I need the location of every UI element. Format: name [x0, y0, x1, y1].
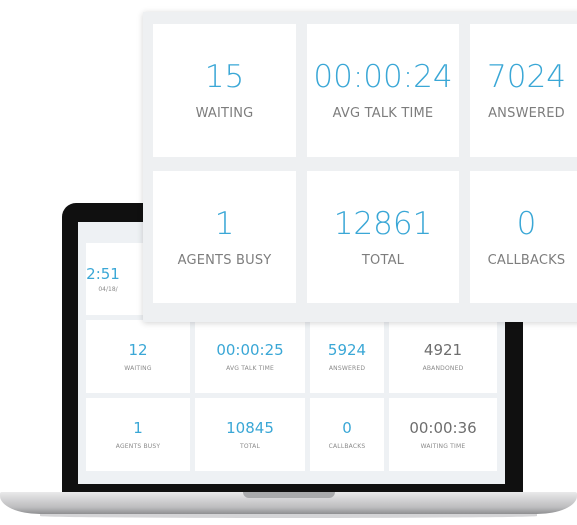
stat-label: ANSWERED [328, 365, 366, 372]
stat-value: 00:00:36 [409, 419, 477, 437]
panel-tile-value: 7024 [487, 59, 566, 95]
stat-value: 12 [128, 341, 148, 359]
stat-value: 4921 [423, 341, 463, 359]
stat-tile-waiting: 12 WAITING [86, 320, 190, 393]
panel-tile-label: TOTAL [361, 252, 405, 268]
stat-tile-abandoned: 4921 ABANDONED [389, 320, 497, 393]
panel-tile-callbacks: 0 CALLBACKS [470, 171, 577, 303]
panel-tile-value: 00:00:24 [313, 59, 453, 95]
panel-tile-label: AVG TALK TIME [332, 106, 434, 121]
laptop-notch [243, 492, 335, 498]
panel-tile-label: AGENTS BUSY [177, 252, 272, 268]
stat-tile-total: 10845 TOTAL [195, 398, 305, 471]
stat-value: 1 [133, 419, 143, 437]
stat-label: AVG TALK TIME [226, 365, 274, 372]
dashboard-panel: 15 WAITING 00:00:24 AVG TALK TIME 7024 A… [143, 12, 577, 322]
laptop-foot [40, 514, 537, 518]
stat-tile-avg-talk-time: 00:00:25 AVG TALK TIME [195, 320, 305, 393]
panel-tile-waiting: 15 WAITING [153, 24, 296, 157]
panel-tile-label: ANSWERED [488, 106, 565, 121]
stat-label: WAITING [124, 365, 152, 372]
stat-label: WAITING TIME [420, 443, 466, 450]
stat-tile-waiting-time: 00:00:36 WAITING TIME [389, 398, 497, 471]
panel-tile-label: CALLBACKS [487, 252, 566, 268]
panel-tile-value: 15 [204, 59, 245, 95]
stat-value: 00:00:25 [216, 341, 284, 359]
stat-label: CALLBACKS [328, 443, 366, 450]
clock-date: 04/18/ [98, 286, 118, 293]
stat-value: 0 [342, 419, 352, 437]
panel-tile-agents-busy: 1 AGENTS BUSY [153, 171, 296, 303]
panel-tile-label: WAITING [195, 106, 254, 121]
panel-tile-avg-talk-time: 00:00:24 AVG TALK TIME [307, 24, 459, 157]
panel-tile-total: 12861 TOTAL [307, 171, 459, 303]
panel-tile-value: 1 [214, 205, 235, 242]
stat-tile-callbacks: 0 CALLBACKS [310, 398, 384, 471]
panel-tile-value: 12861 [333, 205, 433, 242]
stat-label: TOTAL [239, 443, 261, 450]
panel-tile-value: 0 [516, 205, 537, 242]
stat-label: AGENTS BUSY [115, 443, 161, 450]
clock-time: 2:51 [86, 265, 120, 283]
stat-tile-answered: 5924 ANSWERED [310, 320, 384, 393]
stat-value: 10845 [226, 419, 274, 437]
panel-tile-answered: 7024 ANSWERED [470, 24, 577, 157]
stat-label: ABANDONED [422, 365, 464, 372]
stat-value: 5924 [327, 341, 367, 359]
stat-tile-agents-busy: 1 AGENTS BUSY [86, 398, 190, 471]
